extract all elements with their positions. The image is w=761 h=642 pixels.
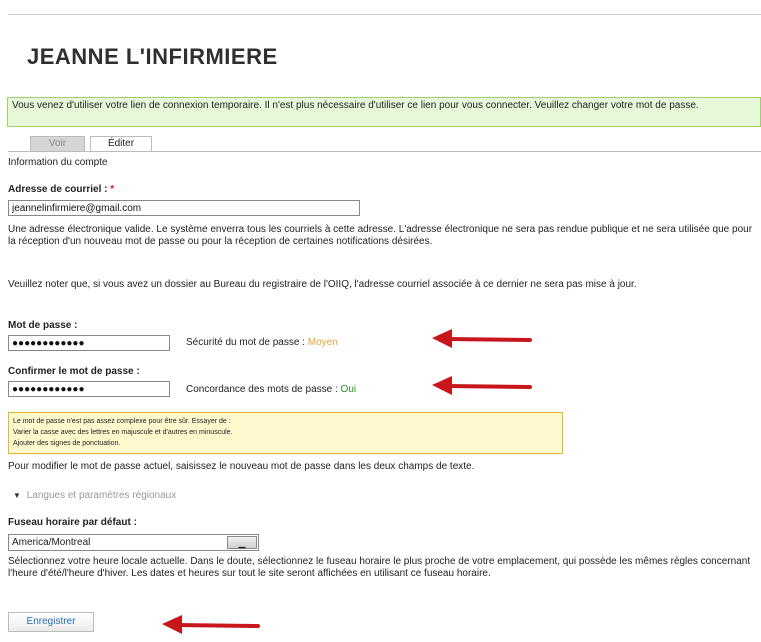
save-button[interactable]: Enregistrer <box>8 612 94 632</box>
password-tip-case: Varier la casse avec des lettres en maju… <box>13 429 233 436</box>
page-title: JEANNE L'INFIRMIERE <box>27 44 278 69</box>
password-label: Mot de passe : <box>8 320 78 331</box>
arrow-pointer-icon <box>162 615 260 634</box>
dropdown-arrow-icon[interactable]: ▁ <box>227 536 257 549</box>
arrow-pointer-icon <box>432 329 532 348</box>
confirm-password-field[interactable] <box>8 381 170 397</box>
section-heading: Information du compte <box>8 157 108 168</box>
strength-value: Moyen <box>307 337 338 348</box>
password-tips-box: Le mot de passe n'est pas assez complexe… <box>8 412 563 454</box>
timezone-select[interactable]: America/Montreal ▁ <box>8 534 259 551</box>
triangle-down-icon: ▼ <box>13 491 21 500</box>
match-value: Oui <box>340 384 357 395</box>
email-field[interactable] <box>8 200 360 216</box>
password-strength: Sécurité du mot de passe : Moyen <box>186 337 338 349</box>
email-help-text: Une adresse électronique valide. Le syst… <box>8 224 753 247</box>
email-label-text: Adresse de courriel : <box>8 184 108 195</box>
timezone-selected-value: America/Montreal <box>12 537 91 548</box>
oiiq-note: Veuillez noter que, si vous avez un doss… <box>8 279 637 290</box>
required-marker: * <box>110 184 115 195</box>
status-message: Vous venez d'utiliser votre lien de conn… <box>7 97 761 127</box>
timezone-help-text: Sélectionnez votre heure locale actuelle… <box>8 556 751 579</box>
tab-editer[interactable]: Éditer <box>90 136 152 151</box>
email-label: Adresse de courriel : * <box>8 184 114 196</box>
password-match: Concordance des mots de passe : Oui <box>186 384 356 396</box>
password-field[interactable] <box>8 335 170 351</box>
tab-divider <box>8 151 761 152</box>
locale-section-label: Langues et paramètres régionaux <box>26 490 177 501</box>
password-help-text: Pour modifier le mot de passe actuel, sa… <box>8 461 475 472</box>
top-divider <box>8 14 761 15</box>
confirm-password-label: Confirmer le mot de passe : <box>8 366 140 377</box>
arrow-pointer-icon <box>432 376 532 395</box>
password-tip-punctuation: Ajouter des signes de ponctuation. <box>13 440 121 447</box>
strength-label: Sécurité du mot de passe : <box>186 337 305 348</box>
timezone-label: Fuseau horaire par défaut : <box>8 517 137 528</box>
tab-voir[interactable]: Voir <box>30 136 85 151</box>
match-label: Concordance des mots de passe : <box>186 384 338 395</box>
locale-section-toggle[interactable]: ▼ Langues et paramètres régionaux <box>13 490 176 501</box>
password-tip-intro: Le mot de passe n'est pas assez complexe… <box>13 418 231 425</box>
